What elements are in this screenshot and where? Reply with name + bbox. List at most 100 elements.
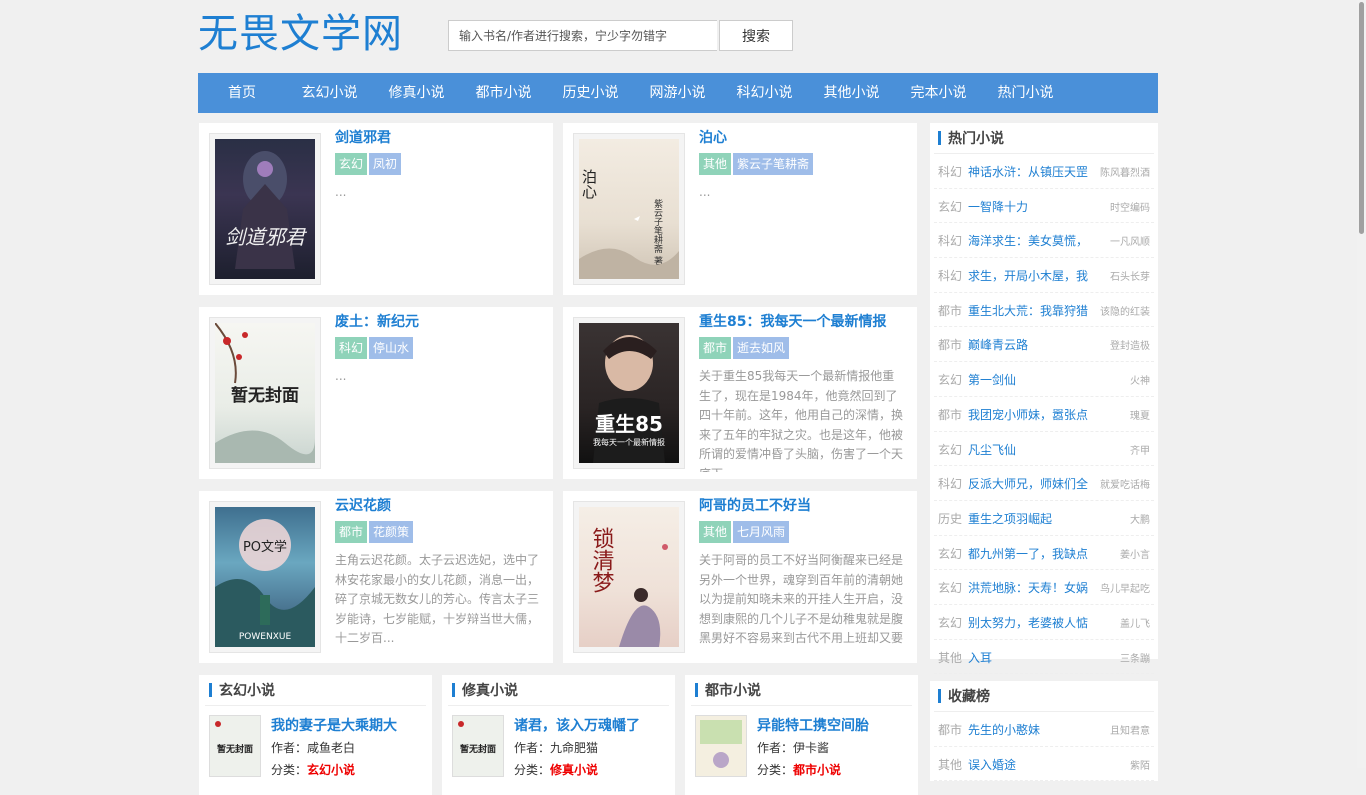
nav-item-home[interactable]: 首页: [198, 73, 286, 113]
row-author[interactable]: 齐甲: [1130, 442, 1150, 457]
row-author[interactable]: 紫陌: [1130, 757, 1150, 772]
row-book-title[interactable]: 巅峰青云路: [968, 336, 1090, 353]
row-author[interactable]: 三条蹦: [1120, 650, 1150, 665]
svg-text:我每天一个最新情报: 我每天一个最新情报: [593, 437, 665, 447]
ranking-row: 其他 误入婚途 紫陌: [934, 747, 1154, 782]
author-tag[interactable]: 凤初: [369, 153, 402, 175]
row-category[interactable]: 玄幻: [938, 371, 962, 388]
category-tag[interactable]: 都市: [335, 521, 368, 543]
row-book-title[interactable]: 误入婚途: [968, 756, 1090, 773]
author-tag[interactable]: 逝去如风: [733, 337, 790, 359]
category-tag[interactable]: 都市: [699, 337, 732, 359]
row-book-title[interactable]: 反派大师兄，师妹们全: [968, 475, 1090, 492]
row-category[interactable]: 科幻: [938, 163, 962, 180]
author-tag[interactable]: 七月风雨: [733, 521, 790, 543]
row-book-title[interactable]: 海洋求生：美女莫慌，: [968, 232, 1090, 249]
book-title[interactable]: 重生85：我每天一个最新情报: [699, 311, 886, 331]
row-author[interactable]: 姜小言: [1120, 546, 1150, 561]
nav-item-wanben[interactable]: 完本小说: [895, 73, 982, 113]
author-tag[interactable]: 紫云子笔耕斋: [733, 153, 814, 175]
row-book-title[interactable]: 别太努力，老婆被人惦: [968, 614, 1090, 631]
row-book-title[interactable]: 凡尘飞仙: [968, 441, 1090, 458]
row-category[interactable]: 都市: [938, 406, 962, 423]
row-book-title[interactable]: 入耳: [968, 649, 1090, 666]
book-title[interactable]: 诸君，该入万魂幡了: [514, 715, 640, 735]
row-category[interactable]: 都市: [938, 302, 962, 319]
book-title[interactable]: 云迟花颜: [335, 495, 391, 515]
row-category[interactable]: 玄幻: [938, 545, 962, 562]
nav-item-xuanhuan[interactable]: 玄幻小说: [286, 73, 373, 113]
row-category[interactable]: 科幻: [938, 232, 962, 249]
row-author[interactable]: 鸟儿早起吃: [1100, 580, 1150, 595]
row-category[interactable]: 科幻: [938, 475, 962, 492]
row-book-title[interactable]: 求生，开局小木屋，我: [968, 267, 1090, 284]
row-author[interactable]: 石头长芽: [1110, 268, 1150, 283]
column-title[interactable]: 修真小说: [462, 680, 518, 700]
page-scrollbar[interactable]: [1357, 0, 1366, 768]
book-cover[interactable]: PO文学 POWENXUE: [209, 501, 321, 653]
book-title[interactable]: 剑道邪君: [335, 127, 391, 147]
row-author[interactable]: 时空编码: [1110, 199, 1150, 214]
row-category[interactable]: 其他: [938, 649, 962, 666]
row-category[interactable]: 都市: [938, 721, 962, 738]
nav-item-xiuzhen[interactable]: 修真小说: [373, 73, 460, 113]
row-author[interactable]: 大鹏: [1130, 511, 1150, 526]
search-button[interactable]: 搜索: [719, 20, 793, 51]
category-tag[interactable]: 科幻: [335, 337, 368, 359]
row-category[interactable]: 玄幻: [938, 198, 962, 215]
row-author[interactable]: 且知君意: [1110, 722, 1150, 737]
row-author[interactable]: 登封造极: [1110, 337, 1150, 352]
row-book-title[interactable]: 神话水浒：从镇压天罡: [968, 163, 1090, 180]
row-book-title[interactable]: 一智降十力: [968, 198, 1090, 215]
author-tag[interactable]: 花颜策: [369, 521, 414, 543]
book-cover[interactable]: 重生85 我每天一个最新情报: [573, 317, 685, 469]
scrollbar-thumb[interactable]: [1359, 2, 1364, 234]
row-category[interactable]: 科幻: [938, 267, 962, 284]
book-title[interactable]: 泊心: [699, 127, 727, 147]
book-title[interactable]: 废土：新纪元: [335, 311, 419, 331]
row-author[interactable]: 就爱吃话梅: [1100, 476, 1150, 491]
book-cover[interactable]: 剑道邪君: [209, 133, 321, 285]
row-author[interactable]: 该隐的红装: [1100, 303, 1150, 318]
row-book-title[interactable]: 都九州第一了，我缺点: [968, 545, 1090, 562]
row-book-title[interactable]: 重生之项羽崛起: [968, 510, 1090, 527]
book-cover[interactable]: 锁清梦: [573, 501, 685, 653]
book-cover[interactable]: 泊心 紫云子笔耕斋 著: [573, 133, 685, 285]
row-author[interactable]: 瑰夏: [1130, 407, 1150, 422]
row-author[interactable]: 一凡风顺: [1110, 233, 1150, 248]
row-category[interactable]: 玄幻: [938, 441, 962, 458]
row-category[interactable]: 玄幻: [938, 579, 962, 596]
header-accent-bar: [452, 683, 455, 697]
book-cover[interactable]: 暂无封面: [209, 317, 321, 469]
nav-item-kehuan[interactable]: 科幻小说: [721, 73, 808, 113]
category-tag[interactable]: 其他: [699, 153, 732, 175]
site-logo[interactable]: 无畏文学网: [198, 6, 403, 62]
row-category[interactable]: 历史: [938, 510, 962, 527]
row-author[interactable]: 火神: [1130, 372, 1150, 387]
row-book-title[interactable]: 重生北大荒：我靠狩猎: [968, 302, 1090, 319]
column-title[interactable]: 都市小说: [705, 680, 761, 700]
author-tag[interactable]: 停山水: [369, 337, 414, 359]
nav-item-lishi[interactable]: 历史小说: [547, 73, 634, 113]
row-book-title[interactable]: 先生的小憨妹: [968, 721, 1090, 738]
search-input[interactable]: [448, 20, 717, 51]
category-tag[interactable]: 其他: [699, 521, 732, 543]
row-book-title[interactable]: 第一剑仙: [968, 371, 1090, 388]
row-author[interactable]: 陈风暮烈酒: [1100, 164, 1150, 179]
book-title[interactable]: 阿哥的员工不好当: [699, 495, 811, 515]
category-tag[interactable]: 玄幻: [335, 153, 368, 175]
row-category[interactable]: 玄幻: [938, 614, 962, 631]
row-book-title[interactable]: 洪荒地脉：天寿！女娲: [968, 579, 1090, 596]
book-title[interactable]: 我的妻子是大乘期大: [271, 715, 397, 735]
main-content: 剑道邪君 剑道邪君 玄幻 凤初 ... 泊心 紫云子笔耕斋 著 泊心 其他 紫云…: [198, 113, 1158, 795]
nav-item-dushi[interactable]: 都市小说: [460, 73, 547, 113]
row-category[interactable]: 都市: [938, 336, 962, 353]
book-title[interactable]: 异能特工携空间胎: [757, 715, 869, 735]
nav-item-remen[interactable]: 热门小说: [982, 73, 1069, 113]
nav-item-qita[interactable]: 其他小说: [808, 73, 895, 113]
row-author[interactable]: 盖儿飞: [1120, 615, 1150, 630]
row-book-title[interactable]: 我团宠小师妹，嚣张点: [968, 406, 1090, 423]
row-category[interactable]: 其他: [938, 756, 962, 773]
column-title[interactable]: 玄幻小说: [219, 680, 275, 700]
nav-item-wangyou[interactable]: 网游小说: [634, 73, 721, 113]
